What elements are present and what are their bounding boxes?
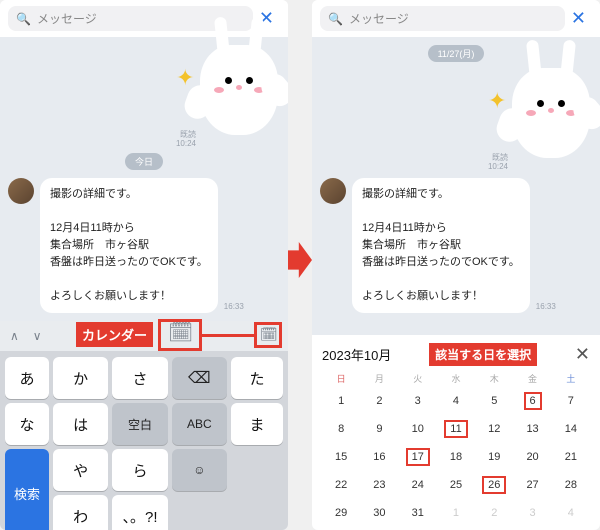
dow-6: 土 [552,372,590,385]
date-badge: 11/27(月) [428,45,485,62]
calendar-day[interactable]: 23 [360,473,398,497]
search-placeholder: メッセージ [349,10,409,27]
message-bubble[interactable]: 撮影の詳細です。 12月4日11時から 集合場所 市ヶ谷駅 香盤は昨日送ったので… [40,178,218,313]
dow-4: 木 [475,372,513,385]
calendar-day[interactable]: 18 [437,445,475,469]
calendar-day[interactable]: 8 [322,417,360,441]
avatar[interactable] [8,178,34,204]
calendar-day[interactable]: 28 [552,473,590,497]
key-2-2[interactable]: や [53,449,108,491]
sticker-cony: ✦ [512,68,590,158]
calendar-day[interactable]: 12 [475,417,513,441]
calendar-title: 2023年10月 [322,345,391,364]
dow-0: 日 [322,372,360,385]
date-badge: 今日 [125,153,163,170]
calendar-day[interactable]: 9 [360,417,398,441]
key-1-4[interactable]: 空白 [112,403,167,445]
chevron-down-icon[interactable]: ∨ [33,329,42,343]
message-time: 16:33 [536,302,556,313]
calendar-day[interactable]: 11 [437,417,475,441]
calendar-day[interactable]: 14 [552,417,590,441]
calendar-day[interactable]: 7 [552,389,590,413]
calendar-day[interactable]: 16 [360,445,398,469]
close-icon[interactable]: ✕ [565,8,592,29]
connector-line [202,334,254,337]
message-row: 撮影の詳細です。 12月4日11時から 集合場所 市ヶ谷駅 香盤は昨日送ったので… [0,172,288,315]
search-bar: 🔍 メッセージ ✕ [0,0,288,37]
calendar-day[interactable]: 19 [475,445,513,469]
search-bar: 🔍 メッセージ ✕ [312,0,600,37]
arrow-right-icon [288,220,312,300]
callout-calendar: カレンダー [76,322,153,347]
calendar-day[interactable]: 2 [475,501,513,525]
search-placeholder: メッセージ [37,10,97,27]
calendar-sheet: 2023年10月 該当する日を選択 ✕ 日月火水木金土 123456789101… [312,335,600,530]
key-1-3[interactable]: は [53,403,108,445]
calendar-day[interactable]: 4 [437,389,475,413]
chat-area-left: ✦ 既読 10:24 今日 撮影の詳細です。 12月4日11時から 集合場所 市… [0,37,288,530]
key-3-0[interactable]: ☺ [172,449,227,491]
avatar[interactable] [320,178,346,204]
right-screenshot: 🔍 メッセージ ✕ 11/27(月) ✦ 既読 10:24 [312,0,600,530]
calendar-day[interactable]: 3 [399,389,437,413]
calendar-day[interactable]: 6 [513,389,551,413]
message-bubble[interactable]: 撮影の詳細です。 12月4日11時から 集合場所 市ヶ谷駅 香盤は昨日送ったので… [352,178,530,313]
calendar-day[interactable]: 15 [322,445,360,469]
key-2-0[interactable]: ABC [172,403,227,445]
calendar-day[interactable]: 22 [322,473,360,497]
callout-select-day: 該当する日を選択 [429,343,537,366]
close-icon[interactable]: ✕ [575,344,590,365]
key-2-3[interactable]: ら [112,449,167,491]
calendar-day[interactable]: 13 [513,417,551,441]
calendar-day[interactable]: 3 [513,501,551,525]
calendar-day[interactable]: 2 [360,389,398,413]
dow-1: 月 [360,372,398,385]
chevron-up-icon[interactable]: ∧ [10,329,19,343]
calendar-day[interactable]: 1 [437,501,475,525]
keyboard: →あかさ⌫←たなは空白ABCまやら検索☺ わ、。?! 🌐 🎤 [0,351,288,530]
key-1-2[interactable]: な [5,403,49,445]
calendar-day[interactable]: 10 [399,417,437,441]
calendar-day[interactable]: 26 [475,473,513,497]
message-time: 16:33 [224,302,244,313]
calendar-day[interactable]: 21 [552,445,590,469]
highlight-calendar-large [158,319,202,351]
left-screenshot: 🔍 メッセージ ✕ ✦ 既読 10:24 今日 [0,0,288,530]
key-2-4[interactable]: 検索 [5,449,49,530]
calendar-day[interactable]: 24 [399,473,437,497]
key-0-1[interactable]: あ [5,357,49,399]
key-0-2[interactable]: か [53,357,108,399]
calendar-day[interactable]: 29 [322,501,360,525]
calendar-day[interactable]: 17 [399,445,437,469]
search-icon: 🔍 [328,12,343,26]
calendar-day[interactable]: 20 [513,445,551,469]
calendar-day[interactable]: 5 [475,389,513,413]
key-2-1[interactable]: ま [231,403,283,445]
highlight-calendar-small [254,322,282,348]
calendar-day[interactable]: 27 [513,473,551,497]
message-row: 撮影の詳細です。 12月4日11時から 集合場所 市ヶ谷駅 香盤は昨日送ったので… [312,172,600,315]
search-icon: 🔍 [16,12,31,26]
sticker-cony: ✦ [200,45,278,135]
key-0-3[interactable]: さ [112,357,167,399]
dow-2: 火 [399,372,437,385]
key-3-2[interactable]: わ [53,495,108,530]
calendar-day[interactable]: 31 [399,501,437,525]
dow-5: 金 [513,372,551,385]
dow-3: 水 [437,372,475,385]
calendar-day[interactable]: 25 [437,473,475,497]
key-1-1[interactable]: た [231,357,283,399]
key-0-4[interactable]: ⌫ [172,357,227,399]
calendar-day[interactable]: 1 [322,389,360,413]
key-3-3[interactable]: 、。?! [112,495,167,530]
calendar-day[interactable]: 4 [552,501,590,525]
calendar-day[interactable]: 30 [360,501,398,525]
search-input[interactable]: 🔍 メッセージ [320,6,565,31]
chat-area-right: 11/27(月) ✦ 既読 10:24 撮影の詳細です。 12月4日11時から [312,37,600,530]
